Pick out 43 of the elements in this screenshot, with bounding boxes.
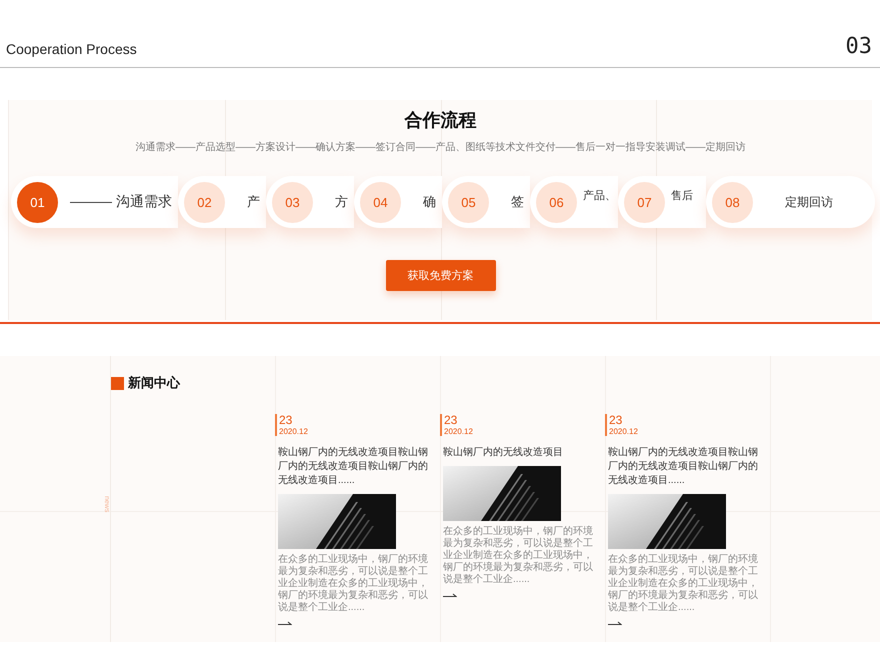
process-summary: 沟通需求——产品选型——方案设计——确认方案——签订合同——产品、图纸等技术文件交付——售后一对一指导安装调试——定期回访 xyxy=(136,140,746,154)
step-number: 03 xyxy=(272,182,313,222)
process-step[interactable]: 04 确 xyxy=(354,176,442,228)
page-title: Cooperation Process xyxy=(6,41,137,57)
news-excerpt: 在众多的工业现场中，钢厂的环境最为复杂和恶劣，可以说是整个工业企业制造在众多的工业现场中，钢厂的环境最为复杂和恶劣，可以说是整个工业企...... xyxy=(608,554,759,614)
process-step[interactable]: 05 签 xyxy=(442,176,530,228)
date-month: 2020.12 xyxy=(444,427,474,436)
date-day: 23 xyxy=(444,414,599,427)
page-number: 03 xyxy=(846,35,872,59)
news-title[interactable]: 鞍山钢厂内的无线改造项目 xyxy=(443,446,599,460)
process-step[interactable]: 08 定期回访 xyxy=(706,176,875,228)
news-title[interactable]: 鞍山钢厂内的无线改造项目鞍山钢厂内的无线改造项目鞍山钢厂内的无线改造项目...... xyxy=(608,446,764,488)
date-month: 2020.12 xyxy=(609,427,639,436)
step-number: 04 xyxy=(360,182,401,222)
free-plan-button[interactable]: 获取免费方案 xyxy=(386,260,496,291)
date-day: 23 xyxy=(609,414,764,427)
process-step[interactable]: 06 产品、 xyxy=(530,176,618,228)
date-day: 23 xyxy=(279,414,434,427)
step-number: 05 xyxy=(448,182,489,222)
section-title: 新闻中心 xyxy=(128,374,180,392)
step-label: 产品、 xyxy=(583,188,616,202)
step-label: 定期回访 xyxy=(785,194,833,210)
news-excerpt: 在众多的工业现场中，钢厂的环境最为复杂和恶劣，可以说是整个工业企业制造在众多的工业现场中，钢厂的环境最为复杂和恶劣，可以说是整个工业企...... xyxy=(278,554,429,614)
step-number: 02 xyxy=(184,182,225,222)
step-label: 签 xyxy=(511,193,524,211)
step-label: 方 xyxy=(335,193,348,211)
process-step[interactable]: 01 ——— 沟通需求 xyxy=(11,176,178,228)
process-step[interactable]: 07 售后 xyxy=(618,176,706,228)
section-title: 合作流程 xyxy=(404,109,476,132)
process-step[interactable]: 03 方 xyxy=(266,176,354,228)
step-number: 01 xyxy=(17,182,58,222)
process-step[interactable]: 02 产 xyxy=(178,176,266,228)
news-title[interactable]: 鞍山钢厂内的无线改造项目鞍山钢厂内的无线改造项目鞍山钢厂内的无线改造项目...... xyxy=(278,446,434,488)
step-label: 售后 xyxy=(671,188,693,202)
news-excerpt: 在众多的工业现场中，钢厂的环境最为复杂和恶劣，可以说是整个工业企业制造在众多的工业现场中，钢厂的环境最为复杂和恶劣，可以说是整个工业企...... xyxy=(443,526,594,586)
step-number: 07 xyxy=(624,182,665,222)
square-icon xyxy=(111,376,124,390)
step-label: ——— 沟通需求 xyxy=(70,193,172,211)
step-label: 产 xyxy=(247,193,260,211)
step-number: 06 xyxy=(536,182,577,222)
step-number: 08 xyxy=(712,182,753,222)
step-label: 确 xyxy=(423,193,436,211)
date-month: 2020.12 xyxy=(279,427,309,436)
